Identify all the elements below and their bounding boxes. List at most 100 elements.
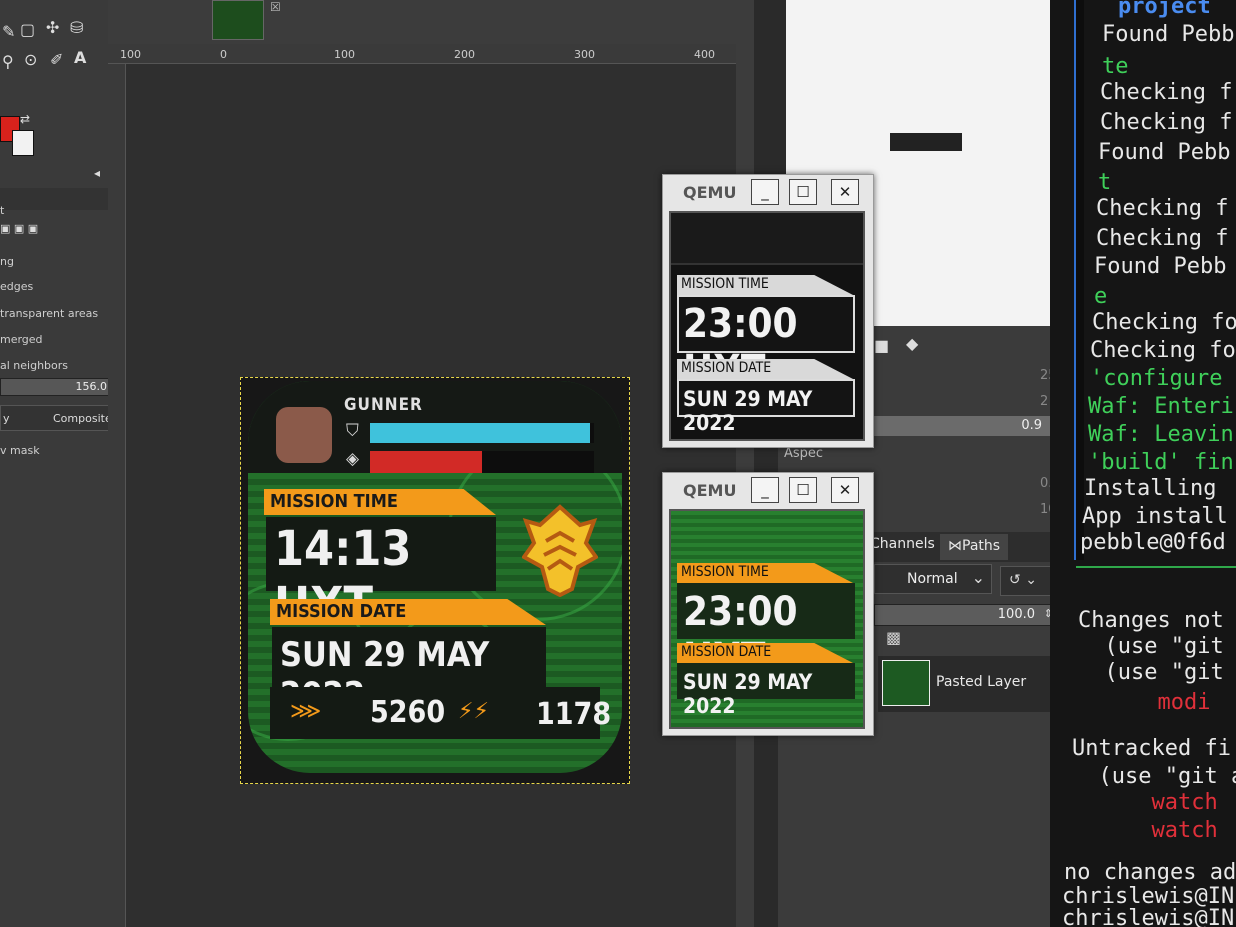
terminal-line: Found Pebb — [1094, 254, 1227, 279]
terminal-line: Found Pebb — [1102, 22, 1235, 47]
layer-row[interactable]: Pasted Layer — [878, 656, 1054, 712]
tab-channels[interactable]: Channels — [870, 536, 935, 552]
background-color-swatch[interactable] — [12, 130, 34, 156]
mission-time-banner: MISSION TIME — [677, 275, 853, 295]
mission-time-box: 23:00 HXT — [677, 295, 855, 393]
vertical-ruler — [108, 64, 126, 927]
watch-footer: ⋙ 5260 ⚡⚡ 1178 — [270, 687, 611, 739]
mission-date: SUN 29 MAY 2022 — [683, 387, 813, 435]
steps-count: 5260 — [370, 695, 446, 730]
mission-date-box: SUN 29 MAY 2022 — [677, 663, 855, 718]
tab-paths[interactable]: ⋈Paths — [940, 534, 1009, 560]
health-bar-fill — [370, 423, 590, 443]
watchface-preview: GUNNER ⛉ ◈ MISSION TIME 14:13 HXT MISSIO… — [248, 381, 622, 773]
layer-opacity-slider[interactable]: 100.0 ⇕ — [874, 604, 1056, 626]
threshold-value: 156.0 — [75, 380, 108, 393]
terminal-line: Untracked fi — [1072, 736, 1231, 761]
tool-options-header — [0, 188, 110, 210]
terminal-line: 'configure — [1090, 366, 1223, 391]
player-name: GUNNER — [344, 395, 423, 415]
fuzzy-select-tool-icon[interactable]: ✣ — [46, 18, 59, 37]
screen: ✎ ▢ ✣ ⛁ ⚲ ⊙ ✐ A ⇄ ◂ t ▣ ▣ ▣ ng edges tra… — [0, 0, 1236, 927]
layer-opacity-value: 100.0 — [997, 607, 1035, 622]
close-button[interactable]: ✕ — [831, 179, 859, 205]
footsteps-icon: ⋙ — [290, 699, 322, 724]
terminal-line: modi — [1078, 690, 1211, 715]
canvas-dash-shape — [890, 133, 962, 151]
terminal-line: Checking f — [1096, 226, 1229, 251]
tool-option-antialias[interactable]: ng — [0, 255, 14, 268]
terminal-divider — [1076, 566, 1236, 568]
configure-tab-icon[interactable]: ◂ — [94, 166, 100, 180]
composite-select[interactable]: y Composite ⌄ — [0, 405, 124, 431]
minimize-button[interactable]: _ — [751, 179, 779, 205]
ruler-label: 200 — [454, 48, 475, 61]
lightning-icon: ⚡⚡ — [458, 699, 489, 724]
rect-select-tool-icon[interactable]: ▢ — [20, 20, 35, 39]
maximize-button[interactable]: ☐ — [789, 179, 817, 205]
layer-mode-label: Normal — [907, 571, 958, 587]
close-icon[interactable]: ☒ — [270, 0, 281, 14]
terminal-line: pebble@0f6d — [1080, 530, 1226, 555]
layer-name[interactable]: Pasted Layer — [936, 674, 1026, 690]
layer-mode-select[interactable]: Normal ⌄ — [874, 564, 992, 594]
minimize-button[interactable]: _ — [751, 477, 779, 503]
terminal-line: te — [1102, 54, 1129, 79]
image-tab-thumbnail[interactable] — [212, 0, 264, 40]
aspect-slider[interactable]: 0.9 — [864, 416, 1060, 436]
gimp-toolbox: ✎ ▢ ✣ ⛁ ⚲ ⊙ ✐ A ⇄ ◂ t ▣ ▣ ▣ ng edges tra… — [0, 0, 124, 927]
swap-colors-icon[interactable]: ⇄ — [20, 112, 30, 126]
terminal-line: Installing — [1084, 476, 1217, 501]
terminal-line: Changes not — [1078, 608, 1224, 633]
lock-alpha-icon[interactable]: ▩ — [886, 628, 901, 647]
aspect-slider-value: 0.9 — [1021, 418, 1042, 433]
tool-option-select-transparent[interactable]: transparent areas — [0, 307, 98, 320]
terminal-line: 'build' fin — [1088, 450, 1234, 475]
clone-tool-icon[interactable]: ⚲ — [2, 52, 14, 71]
diamond-icon: ◈ — [346, 449, 360, 469]
horizontal-ruler: 100 0 100 200 300 400 — [108, 44, 754, 64]
diamond-icon[interactable]: ◆ — [906, 334, 918, 353]
terminal-line: Found Pebb — [1098, 140, 1231, 165]
lasso-tool-icon[interactable]: ⊙ — [24, 50, 37, 69]
mission-date-label: MISSION DATE — [276, 601, 407, 622]
reset-icon: ↺ — [1009, 572, 1021, 588]
vertical-scrollbar[interactable] — [736, 0, 754, 927]
terminal-line: Waf: Enteri — [1088, 394, 1234, 419]
energy-bar — [370, 451, 594, 473]
bucket-fill-tool-icon[interactable]: ⛁ — [70, 18, 83, 37]
screen-header — [671, 213, 863, 265]
terminal-line: Checking f — [1096, 196, 1229, 221]
maximize-button[interactable]: ☐ — [789, 477, 817, 503]
terminal-line: (use "git — [1078, 660, 1224, 685]
qemu-window-dark[interactable]: QEMU _ ☐ ✕ MISSION TIME 23:00 HXT MISSIO… — [662, 174, 874, 448]
mission-date: SUN 29 MAY 2022 — [683, 670, 813, 718]
ruler-label: 300 — [574, 48, 595, 61]
square-icon[interactable]: ■ — [874, 336, 889, 355]
ruler-label: 100 — [120, 48, 141, 61]
ruler-label: 0 — [220, 48, 227, 61]
threshold-slider[interactable]: 156.0 ⇕ — [0, 378, 120, 396]
tool-option-feather-edges[interactable]: edges — [0, 280, 33, 293]
qemu-window-green[interactable]: QEMU _ ☐ ✕ MISSION TIME 23:00 HXT MISSIO… — [662, 472, 874, 736]
mission-date-box: SUN 29 MAY 2022 — [272, 627, 546, 715]
mission-date-box: SUN 29 MAY 2022 — [677, 379, 855, 435]
field-value[interactable]: 2 — [1040, 394, 1048, 409]
tool-option-sample-merged[interactable]: merged — [0, 333, 43, 346]
health-bar — [370, 423, 594, 443]
draw-mask-option[interactable]: v mask — [0, 444, 40, 457]
color-picker-tool-icon[interactable]: ✐ — [50, 50, 63, 69]
terminal-line: Checking f — [1100, 110, 1233, 135]
tab-paths-label: Paths — [962, 538, 1001, 554]
ruler-label: 400 — [694, 48, 715, 61]
tool-option-diagonal-neighbors[interactable]: al neighbors — [0, 359, 68, 372]
paths-icon: ⋈ — [948, 538, 962, 554]
text-tool-icon[interactable]: A — [74, 48, 86, 67]
image-tab-strip: ☒ — [108, 0, 754, 44]
mode-icons[interactable]: ▣ ▣ ▣ — [0, 222, 38, 235]
close-button[interactable]: ✕ — [831, 477, 859, 503]
mission-date-label: MISSION DATE — [681, 360, 772, 376]
terminal-line: e — [1094, 284, 1108, 309]
player-avatar — [276, 407, 332, 463]
paintbrush-tool-icon[interactable]: ✎ — [2, 22, 15, 41]
